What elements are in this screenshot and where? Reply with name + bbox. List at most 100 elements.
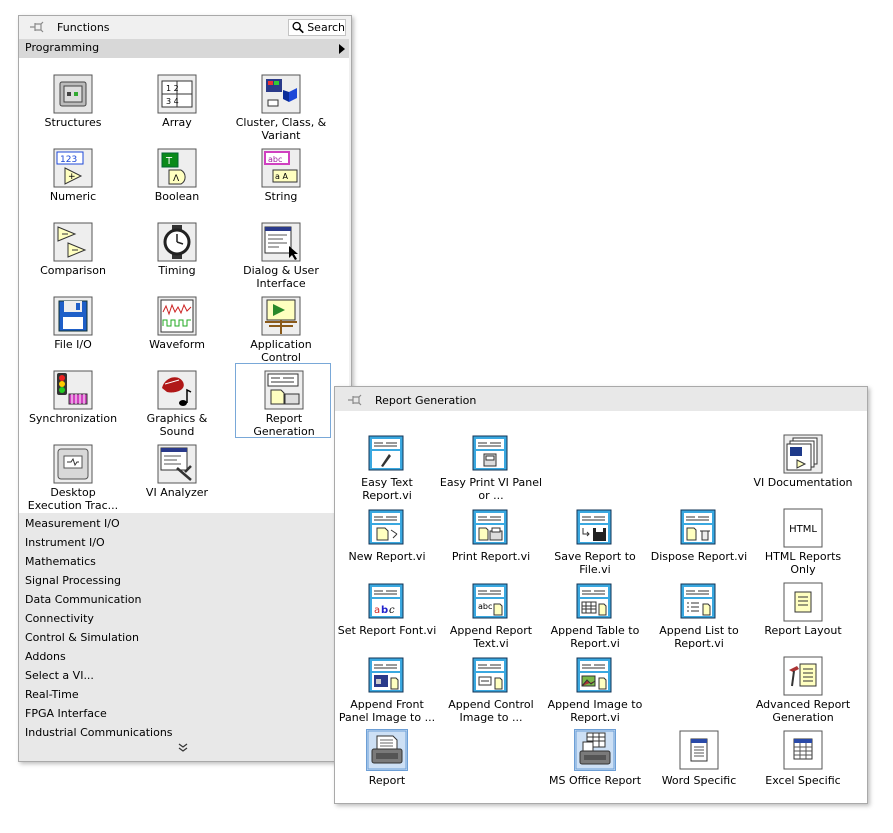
report-item-label: Set Report Font.vi bbox=[337, 624, 437, 637]
report-item-label: Append Control Image to ... bbox=[448, 698, 534, 724]
functions-title: Functions bbox=[57, 21, 110, 34]
cluster-icon bbox=[261, 74, 301, 114]
palette-item-label: File I/O bbox=[54, 338, 92, 351]
waveform-icon bbox=[157, 296, 197, 336]
report-item-append-list[interactable]: Append List to Report.vi bbox=[647, 580, 751, 654]
structures-icon bbox=[53, 74, 93, 114]
category-control-simulation[interactable]: Control & Simulation bbox=[25, 631, 139, 644]
report-item-ms-office-report[interactable]: MS Office Report bbox=[543, 728, 647, 802]
palette-item-numeric[interactable]: 123 + Numeric bbox=[25, 142, 121, 214]
pin-icon[interactable] bbox=[29, 21, 45, 33]
timing-icon bbox=[157, 222, 197, 262]
easy-text-report-icon bbox=[368, 435, 404, 471]
category-fpga-interface[interactable]: FPGA Interface bbox=[25, 707, 107, 720]
more-chevron-icon[interactable] bbox=[178, 743, 188, 753]
palette-item-label: Boolean bbox=[154, 190, 200, 203]
report-generation-titlebar[interactable]: Report Generation bbox=[335, 387, 867, 411]
report-item-append-fp-image[interactable]: Append Front Panel Image to ... bbox=[335, 654, 439, 728]
palette-item-comparison[interactable]: Comparison bbox=[25, 216, 121, 288]
svg-text:abc: abc bbox=[478, 602, 492, 611]
palette-item-timing[interactable]: Timing bbox=[129, 216, 225, 288]
svg-text:3 4: 3 4 bbox=[166, 97, 179, 106]
set-font-icon: a b c bbox=[368, 583, 404, 619]
palette-item-array[interactable]: 1 2 3 4 Array bbox=[129, 68, 225, 140]
programming-category-header[interactable]: Programming bbox=[19, 39, 349, 58]
palette-item-desktop-trace[interactable]: Desktop Execution Trac... bbox=[25, 438, 121, 512]
category-data-communication[interactable]: Data Communication bbox=[25, 593, 141, 606]
report-generation-title: Report Generation bbox=[375, 394, 477, 407]
report-item-save-report[interactable]: Save Report to File.vi bbox=[543, 506, 647, 580]
palette-item-label: Comparison bbox=[40, 264, 106, 277]
append-text-icon: abc bbox=[472, 583, 508, 619]
print-report-icon bbox=[472, 509, 508, 545]
report-item-advanced-report[interactable]: Advanced Report Generation bbox=[751, 654, 855, 728]
report-item-label: Excel Specific bbox=[765, 774, 841, 787]
palette-item-label: Timing bbox=[158, 264, 196, 277]
search-button[interactable]: Search bbox=[288, 19, 346, 36]
html-icon-text: HTML bbox=[789, 524, 817, 535]
pin-icon[interactable] bbox=[347, 394, 363, 406]
expand-arrow-icon[interactable] bbox=[339, 44, 345, 54]
report-item-report[interactable]: Report bbox=[335, 728, 439, 802]
category-signal-processing[interactable]: Signal Processing bbox=[25, 574, 121, 587]
report-item-html-reports[interactable]: HTML HTML Reports Only bbox=[751, 506, 855, 580]
category-connectivity[interactable]: Connectivity bbox=[25, 612, 94, 625]
report-item-word-specific[interactable]: Word Specific bbox=[647, 728, 751, 802]
report-item-append-table[interactable]: Append Table to Report.vi bbox=[543, 580, 647, 654]
palette-item-label: VI Analyzer bbox=[145, 486, 209, 499]
report-item-vi-documentation[interactable]: VI Documentation bbox=[751, 432, 855, 506]
palette-item-dialog[interactable]: Dialog & User Interface bbox=[233, 216, 329, 290]
report-generation-icon bbox=[264, 370, 304, 410]
palette-item-graphics-sound[interactable]: Graphics & Sound bbox=[129, 364, 225, 438]
palette-item-cluster[interactable]: Cluster, Class, & Variant bbox=[233, 68, 329, 142]
palette-item-label: Application Control bbox=[250, 338, 312, 364]
palette-item-string[interactable]: abc a A String bbox=[233, 142, 329, 214]
report-item-new-report[interactable]: New Report.vi bbox=[335, 506, 439, 580]
report-item-append-image[interactable]: Append Image to Report.vi bbox=[543, 654, 647, 728]
category-mathematics[interactable]: Mathematics bbox=[25, 555, 96, 568]
palette-item-structures[interactable]: Structures bbox=[25, 68, 121, 140]
category-industrial-communications[interactable]: Industrial Communications bbox=[25, 726, 173, 739]
report-item-label: Report bbox=[368, 774, 406, 787]
report-item-label: VI Documentation bbox=[753, 476, 853, 489]
report-item-append-control-image[interactable]: Append Control Image to ... bbox=[439, 654, 543, 728]
category-measurement-io[interactable]: Measurement I/O bbox=[25, 517, 120, 530]
report-item-append-text[interactable]: abc Append Report Text.vi bbox=[439, 580, 543, 654]
report-item-easy-print[interactable]: Easy Print VI Panel or ... bbox=[439, 432, 543, 506]
palette-item-synchronization[interactable]: Synchronization bbox=[25, 364, 121, 436]
report-item-label: Append List to Report.vi bbox=[659, 624, 739, 650]
report-item-label: Print Report.vi bbox=[451, 550, 531, 563]
palette-item-vi-analyzer[interactable]: VI Analyzer bbox=[129, 438, 225, 510]
category-select-vi[interactable]: Select a VI... bbox=[25, 669, 94, 682]
report-item-label: MS Office Report bbox=[548, 774, 642, 787]
string-icon: abc a A bbox=[261, 148, 301, 188]
svg-text:+: + bbox=[68, 172, 76, 182]
dispose-report-icon bbox=[680, 509, 716, 545]
report-item-easy-text-report[interactable]: Easy Text Report.vi bbox=[335, 432, 439, 506]
report-item-print-report[interactable]: Print Report.vi bbox=[439, 506, 543, 580]
report-item-label: Dispose Report.vi bbox=[650, 550, 748, 563]
append-list-icon bbox=[680, 583, 716, 619]
graphics-sound-icon bbox=[157, 370, 197, 410]
category-real-time[interactable]: Real-Time bbox=[25, 688, 79, 701]
report-item-report-layout[interactable]: Report Layout bbox=[751, 580, 855, 654]
palette-item-waveform[interactable]: Waveform bbox=[129, 290, 225, 362]
report-item-label: Append Report Text.vi bbox=[449, 624, 533, 650]
report-item-excel-specific[interactable]: Excel Specific bbox=[751, 728, 855, 802]
palette-item-app-control[interactable]: Application Control bbox=[233, 290, 329, 364]
append-image-icon bbox=[576, 657, 612, 693]
html-reports-icon: HTML bbox=[783, 508, 823, 548]
palette-item-boolean[interactable]: T Λ Boolean bbox=[129, 142, 225, 214]
svg-text:1 2: 1 2 bbox=[166, 84, 179, 93]
category-addons[interactable]: Addons bbox=[25, 650, 66, 663]
ms-office-report-icon bbox=[574, 729, 616, 771]
palette-item-file-io[interactable]: File I/O bbox=[25, 290, 121, 362]
easy-print-icon bbox=[472, 435, 508, 471]
palette-item-report-generation[interactable]: Report Generation bbox=[235, 363, 331, 438]
report-item-set-font[interactable]: a b c Set Report Font.vi bbox=[335, 580, 439, 654]
functions-titlebar[interactable]: Functions Search bbox=[19, 16, 351, 38]
category-instrument-io[interactable]: Instrument I/O bbox=[25, 536, 105, 549]
report-item-label: HTML Reports Only bbox=[764, 550, 842, 576]
palette-item-label: Dialog & User Interface bbox=[243, 264, 319, 290]
report-item-dispose-report[interactable]: Dispose Report.vi bbox=[647, 506, 751, 580]
